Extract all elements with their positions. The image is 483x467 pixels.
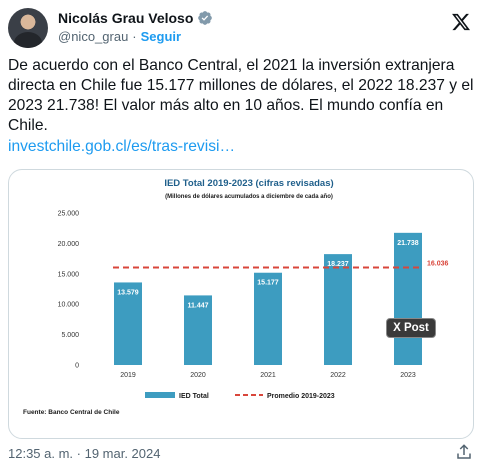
verified-badge-icon bbox=[198, 11, 213, 25]
chart-subtitle: (Millones de dólares acumulados a diciem… bbox=[165, 194, 333, 200]
x-tick-label: 2023 bbox=[400, 372, 416, 379]
x-post-overlay-label[interactable]: X Post bbox=[386, 318, 436, 338]
y-tick-label: 25.000 bbox=[58, 211, 80, 218]
y-tick-label: 5.000 bbox=[61, 332, 79, 339]
tweet-link[interactable]: investchile.gob.cl/es/tras-revisi… bbox=[8, 138, 235, 156]
x-axis: 2019 2020 2021 2022 2023 bbox=[120, 372, 416, 379]
separator-dot: · bbox=[132, 29, 137, 44]
bar-value-label: 11.447 bbox=[187, 302, 208, 309]
chart-image-card[interactable]: IED Total 2019-2023 (cifras revisadas) (… bbox=[8, 169, 474, 439]
x-tick-label: 2021 bbox=[260, 372, 276, 379]
author-handle[interactable]: @nico_grau bbox=[58, 29, 128, 44]
chart-source: Fuente: Banco Central de Chile bbox=[23, 409, 120, 416]
chart-title: IED Total 2019-2023 (cifras revisadas) bbox=[164, 178, 333, 189]
legend-average-label: Promedio 2019-2023 bbox=[267, 393, 335, 400]
follow-button[interactable]: Seguir bbox=[141, 29, 181, 44]
average-value-label: 16.036 bbox=[427, 261, 449, 268]
legend-bar-label: IED Total bbox=[179, 393, 209, 400]
tweet-text: De acuerdo con el Banco Central, el 2021… bbox=[8, 57, 474, 134]
share-icon[interactable] bbox=[455, 443, 473, 461]
legend: IED Total Promedio 2019-2023 bbox=[145, 392, 335, 400]
x-logo-icon[interactable] bbox=[451, 12, 471, 32]
author-name-row: Nicolás Grau Veloso bbox=[58, 10, 213, 26]
x-tick-label: 2019 bbox=[120, 372, 136, 379]
y-tick-label: 20.000 bbox=[58, 241, 80, 248]
tweet-timestamp[interactable]: 12:35 a. m. · 19 mar. 2024 bbox=[8, 446, 160, 461]
x-tick-label: 2022 bbox=[330, 372, 346, 379]
author-name[interactable]: Nicolás Grau Veloso bbox=[58, 10, 193, 26]
bar-value-label: 13.579 bbox=[117, 289, 139, 296]
y-tick-label: 10.000 bbox=[58, 302, 80, 309]
ied-bar-chart: IED Total 2019-2023 (cifras revisadas) (… bbox=[23, 178, 449, 416]
legend-bar-swatch bbox=[145, 392, 175, 398]
bar-value-label: 15.177 bbox=[257, 280, 279, 287]
avatar[interactable] bbox=[8, 8, 48, 48]
y-tick-label: 15.000 bbox=[58, 271, 80, 278]
handle-row: @nico_grau · Seguir bbox=[58, 29, 181, 44]
bar-value-label: 21.738 bbox=[397, 240, 419, 247]
tweet-header: Nicolás Grau Veloso @nico_grau · Seguir bbox=[8, 8, 475, 48]
y-axis: 0 5.000 10.000 15.000 20.000 25.000 bbox=[58, 211, 80, 370]
x-tick-label: 2020 bbox=[190, 372, 206, 379]
bar bbox=[324, 254, 352, 365]
y-tick-label: 0 bbox=[75, 363, 79, 370]
bars: 13.57911.44715.17718.23721.738 bbox=[114, 232, 422, 365]
bar bbox=[394, 232, 422, 365]
